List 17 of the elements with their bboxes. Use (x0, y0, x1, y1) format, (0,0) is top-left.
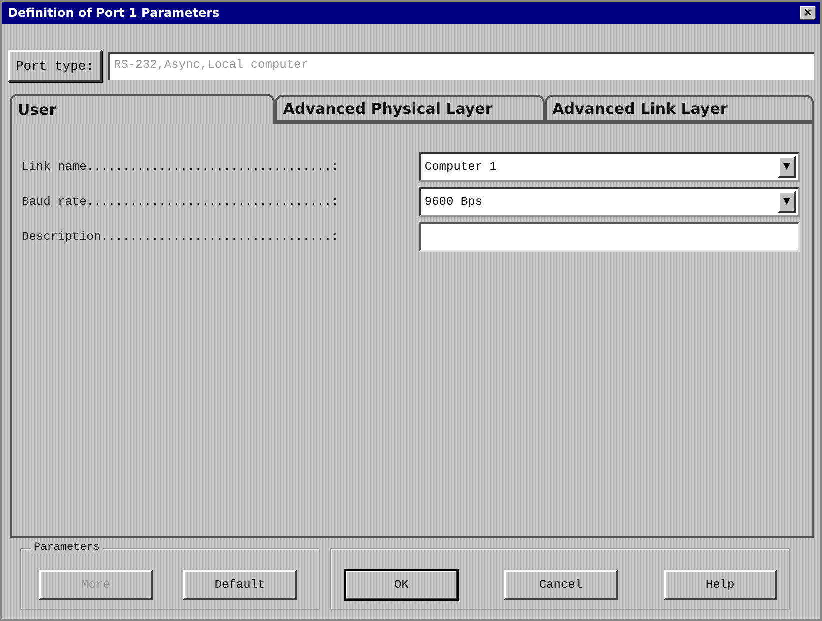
window-title: Definition of Port 1 Parameters (8, 6, 220, 20)
tab[interactable]: Advanced Physical Layer (275, 95, 545, 122)
tab[interactable]: User (10, 94, 276, 124)
dropdown[interactable]: 9600 Bps ▼ (418, 187, 800, 217)
button[interactable]: OK (345, 570, 458, 600)
close-button[interactable]: × (800, 6, 816, 20)
tab[interactable]: Advanced Link Layer (544, 95, 814, 122)
button[interactable]: Default (183, 570, 297, 600)
dropdown[interactable]: Computer 1 ▼ (418, 152, 800, 182)
group-title: Parameters (31, 542, 104, 554)
field-label: Link name..................................: (22, 160, 340, 174)
port-type-field: RS-232,Async,Local computer (108, 52, 814, 80)
input-field[interactable] (418, 222, 800, 252)
button[interactable]: Cancel (504, 570, 618, 600)
field-label: Baud rate..................................: (22, 195, 340, 209)
button[interactable]: Help (664, 570, 777, 600)
field-label: Description................................: (22, 230, 340, 244)
